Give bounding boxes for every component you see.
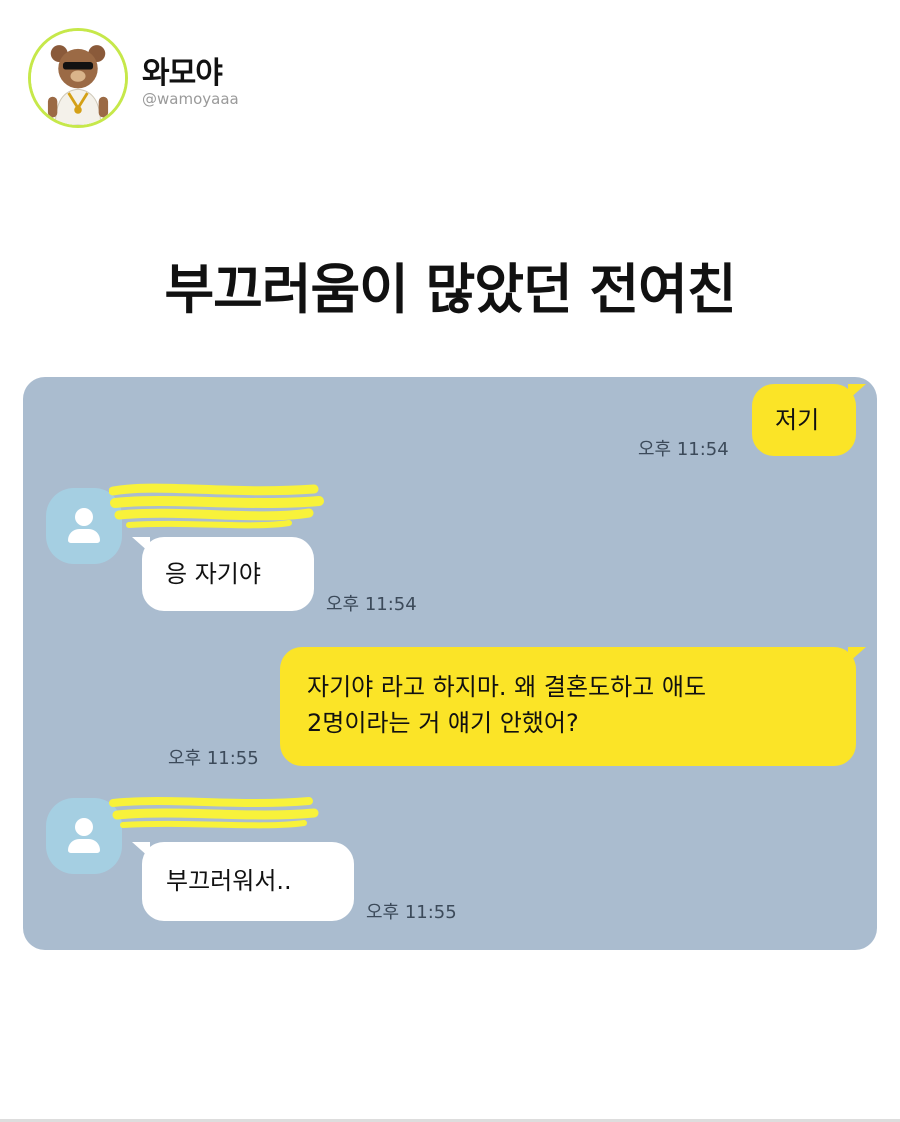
message-text: 부끄러워서.. [166,867,292,895]
message-time: 오후 11:55 [366,902,457,923]
default-profile-icon [75,508,93,526]
sent-message-bubble: 저기 [752,384,866,456]
sent-message-bubble: 자기야 라고 하지마. 왜 결혼도하고 애도 2명이라는 거 얘기 안했어? [280,647,866,766]
profile-display-name[interactable]: 와모야 [142,48,223,92]
message-time: 오후 11:54 [326,594,417,615]
teddy-bear-avatar-icon [31,31,125,125]
message-text: 저기 [775,406,820,434]
message-text-line: 자기야 라고 하지마. 왜 결혼도하고 애도 [307,673,707,701]
default-profile-icon [75,818,93,836]
received-message-bubble: 부끄러워서.. [132,842,354,921]
post-title: 부끄러움이 많았던 전여친 [164,258,736,321]
profile-handle[interactable]: @wamoyaaa [142,90,239,108]
received-message-bubble: 응 자기야 [132,537,314,611]
chat-panel: 저기 오후 11:54 응 자기야 오후 11:54 자기야 라고 하지마. 왜… [23,377,877,950]
message-time: 오후 11:54 [638,439,729,460]
redacted-name-scribble [109,483,324,529]
message-time: 오후 11:55 [168,748,259,769]
redacted-name-scribble [109,797,319,829]
message-text-line: 2명이라는 거 얘기 안했어? [307,709,579,737]
profile-avatar[interactable] [28,28,128,128]
message-text: 응 자기야 [165,560,261,588]
